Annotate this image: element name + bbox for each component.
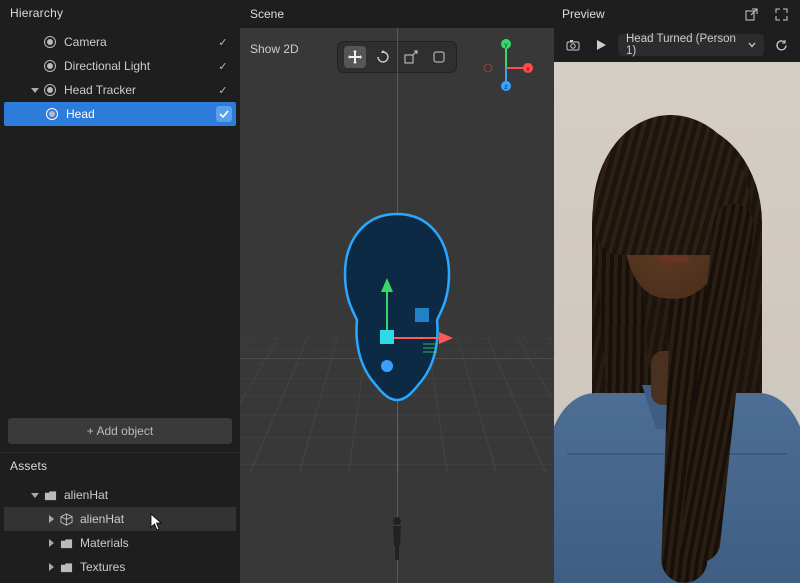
asset-folder-textures[interactable]: Textures — [0, 555, 240, 579]
preview-person — [554, 73, 800, 583]
chevron-down-icon[interactable] — [28, 493, 42, 498]
hierarchy-list: Camera Directional Light Head Tracker He… — [0, 26, 240, 130]
hierarchy-label: Directional Light — [64, 59, 214, 73]
hierarchy-item-headtracker[interactable]: Head Tracker — [0, 78, 240, 102]
add-object-button[interactable]: + Add object — [8, 418, 232, 444]
preview-header: Preview — [554, 0, 800, 28]
chevron-right-icon[interactable] — [44, 563, 58, 571]
preview-title: Preview — [562, 7, 732, 21]
object-icon — [42, 82, 58, 98]
reference-figure — [388, 516, 406, 563]
popout-button[interactable] — [740, 3, 762, 25]
asset-folder-materials[interactable]: Materials — [0, 531, 240, 555]
chevron-down-icon — [748, 42, 756, 48]
scene-header: Scene — [240, 0, 554, 28]
folder-icon — [42, 487, 58, 503]
hierarchy-item-head[interactable]: Head — [4, 102, 236, 126]
camera-icon — [566, 39, 580, 51]
viewport-3d[interactable] — [240, 28, 554, 583]
object-icon — [42, 58, 58, 74]
hierarchy-label: Camera — [64, 35, 214, 49]
object-icon — [44, 106, 60, 122]
preview-panel: Preview Head Turned (Person 1) — [554, 0, 800, 583]
asset-label: alienHat — [64, 488, 232, 502]
asset-folder-alienhat[interactable]: alienHat — [0, 483, 240, 507]
app-root: Hierarchy Camera Directional Light Head … — [0, 0, 800, 583]
scene-panel: Scene Show 2D y — [240, 0, 554, 583]
assets-list: alienHat alienHat Materials — [0, 479, 240, 583]
visibility-toggle[interactable] — [214, 36, 232, 49]
folder-icon — [58, 535, 74, 551]
asset-label: alienHat — [80, 512, 228, 526]
assets-header: Assets — [0, 453, 240, 479]
mesh-icon — [58, 511, 74, 527]
asset-label: Textures — [80, 560, 232, 574]
object-icon — [42, 34, 58, 50]
hierarchy-item-camera[interactable]: Camera — [0, 30, 240, 54]
asset-object-alienhat[interactable]: alienHat — [4, 507, 236, 531]
hierarchy-label: Head Tracker — [64, 83, 214, 97]
camera-source-button[interactable] — [562, 34, 584, 56]
dropdown-label: Head Turned (Person 1) — [626, 33, 748, 57]
assets-panel: Assets alienHat alienHat — [0, 452, 240, 583]
preview-source-dropdown[interactable]: Head Turned (Person 1) — [618, 34, 764, 56]
transform-gizmo[interactable] — [337, 278, 457, 411]
popout-icon — [745, 8, 758, 21]
hierarchy-header: Hierarchy — [0, 0, 240, 26]
expand-icon — [775, 8, 788, 21]
visibility-toggle[interactable] — [214, 84, 232, 97]
hierarchy-label: Head — [66, 107, 216, 121]
hierarchy-item-light[interactable]: Directional Light — [0, 54, 240, 78]
left-panel: Hierarchy Camera Directional Light Head … — [0, 0, 240, 583]
chevron-down-icon[interactable] — [28, 88, 42, 93]
visibility-toggle[interactable] — [214, 60, 232, 73]
visibility-toggle[interactable] — [216, 106, 232, 122]
refresh-icon — [775, 39, 788, 52]
play-button[interactable] — [590, 34, 612, 56]
expand-button[interactable] — [770, 3, 792, 25]
chevron-right-icon[interactable] — [44, 539, 58, 547]
check-icon — [219, 109, 229, 119]
preview-viewport[interactable] — [554, 62, 800, 583]
chevron-right-icon[interactable] — [44, 515, 58, 523]
asset-label: Materials — [80, 536, 232, 550]
play-icon — [595, 39, 607, 51]
folder-icon — [58, 559, 74, 575]
refresh-button[interactable] — [770, 34, 792, 56]
spacer — [0, 130, 240, 410]
preview-toolbar: Head Turned (Person 1) — [554, 28, 800, 62]
